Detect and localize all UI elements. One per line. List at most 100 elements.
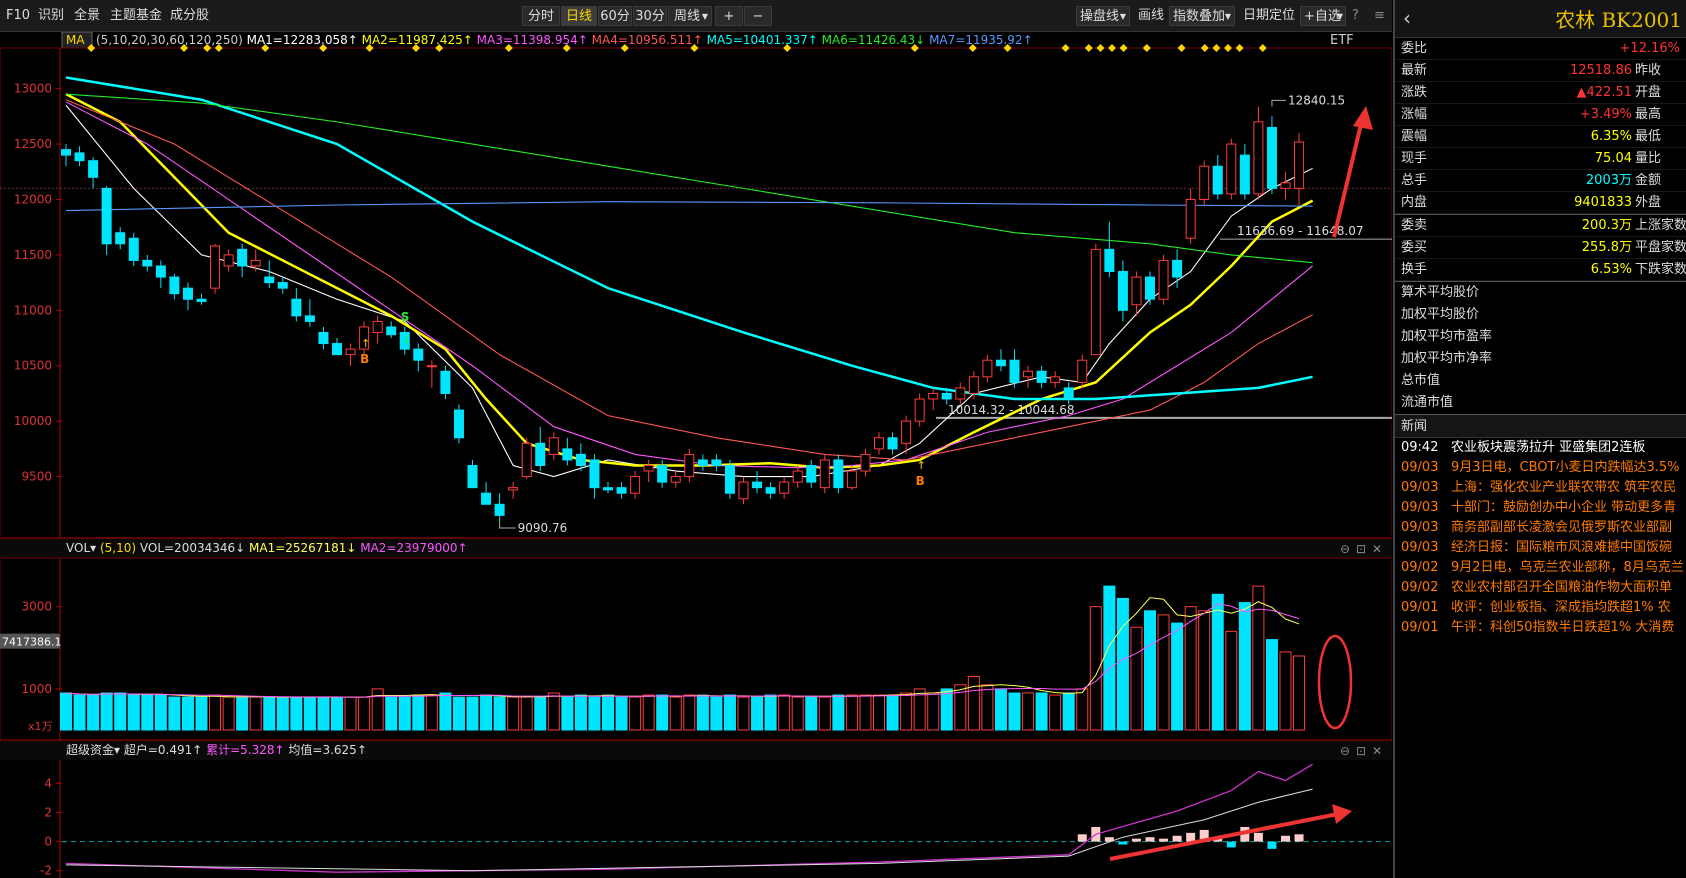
fund-bar[interactable]	[1281, 835, 1290, 842]
event-diamond-icon[interactable]	[1235, 44, 1244, 52]
volume-bar[interactable]	[303, 696, 316, 731]
candle[interactable]	[1009, 349, 1020, 388]
candle[interactable]	[833, 454, 844, 494]
volume-bar[interactable]	[1008, 692, 1021, 731]
candle[interactable]	[711, 454, 722, 472]
volume-bar[interactable]	[602, 694, 614, 731]
volume-bar[interactable]	[358, 696, 371, 731]
candle[interactable]	[982, 354, 993, 383]
volume-bar[interactable]	[656, 694, 669, 731]
toolbar-item-constituents[interactable]: 成分股	[170, 0, 209, 32]
candle[interactable]	[142, 254, 153, 272]
stat-item[interactable]: 加权平均市盈率	[1395, 326, 1686, 348]
event-diamond-icon[interactable]	[1119, 44, 1128, 52]
volume-bar[interactable]	[574, 694, 587, 731]
volume-bar[interactable]	[1171, 622, 1184, 731]
fund-bar[interactable]	[1172, 835, 1182, 842]
candle[interactable]	[887, 432, 898, 455]
volume-bar[interactable]	[439, 692, 452, 731]
volume-bar[interactable]	[927, 692, 940, 731]
candle[interactable]	[1090, 243, 1101, 356]
fund-bar[interactable]	[1145, 837, 1155, 842]
candle[interactable]	[1199, 160, 1210, 206]
candle[interactable]	[1266, 116, 1277, 194]
candle[interactable]	[1036, 365, 1047, 388]
candle[interactable]	[670, 471, 681, 488]
volume-bar[interactable]	[87, 694, 100, 731]
operating-line-dropdown[interactable]: 操盘线 ▼	[1076, 6, 1130, 26]
stat-item[interactable]: 总市值	[1395, 370, 1686, 392]
news-item[interactable]: 09/03 商务部副部长凌激会见俄罗斯农业部副	[1395, 518, 1686, 538]
stat-item[interactable]: 流通市值	[1395, 392, 1686, 414]
stat-item[interactable]: 加权平均市净率	[1395, 348, 1686, 370]
volume-bar[interactable]	[981, 684, 994, 731]
period-tab-daily[interactable]: 日线	[561, 6, 597, 26]
candle[interactable]	[386, 321, 397, 339]
volume-bar[interactable]	[751, 696, 764, 731]
candle[interactable]	[562, 437, 573, 466]
candle[interactable]	[914, 393, 925, 427]
candle[interactable]	[223, 249, 234, 272]
candle[interactable]	[548, 432, 559, 460]
volume-bar[interactable]	[73, 694, 86, 731]
volume-bar[interactable]	[629, 696, 642, 731]
candle[interactable]	[467, 459, 478, 489]
candle[interactable]	[332, 338, 342, 356]
volume-bar[interactable]	[1238, 602, 1251, 731]
candle[interactable]	[684, 448, 695, 483]
candle[interactable]	[318, 326, 329, 350]
volume-bar[interactable]	[737, 696, 750, 731]
news-item[interactable]: 09/03 9月3日电，CBOT小麦日内跌幅达3.5%	[1395, 458, 1686, 478]
candle[interactable]	[277, 277, 288, 294]
volume-bar[interactable]	[127, 694, 140, 731]
draw-line-button[interactable]: 画线	[1138, 0, 1164, 32]
fund-bar[interactable]	[1294, 834, 1304, 842]
fund-bar[interactable]	[1131, 838, 1141, 842]
volume-bar[interactable]	[1076, 688, 1089, 731]
candle[interactable]	[304, 299, 315, 327]
candle[interactable]	[995, 349, 1006, 372]
candle[interactable]	[1226, 138, 1237, 200]
candle[interactable]	[508, 482, 519, 499]
volume-bar[interactable]	[561, 696, 574, 731]
toolbar-item-identify[interactable]: 识别	[38, 0, 64, 32]
volume-bar[interactable]	[778, 694, 791, 731]
date-locate-button[interactable]: 日期定位	[1243, 0, 1295, 32]
volume-bar[interactable]	[588, 696, 601, 731]
candle[interactable]	[372, 315, 383, 344]
volume-bar[interactable]	[764, 694, 777, 731]
help-icon[interactable]: ?	[1352, 0, 1359, 32]
volume-bar[interactable]	[710, 696, 723, 731]
volume-bar[interactable]	[344, 696, 357, 731]
maximize-icon[interactable]: ⊡	[1356, 744, 1366, 758]
candle[interactable]	[928, 387, 939, 411]
candle[interactable]	[182, 282, 193, 311]
candle[interactable]	[1023, 365, 1034, 388]
volume-bar[interactable]	[900, 692, 913, 731]
candle[interactable]	[752, 471, 763, 494]
vol-label[interactable]: VOL▾	[66, 541, 100, 555]
volume-bar[interactable]	[696, 694, 709, 731]
watchlist-dropdown[interactable]: +自选 ▼	[1300, 6, 1346, 26]
fund-bar[interactable]	[1077, 834, 1087, 842]
candle[interactable]	[657, 459, 668, 488]
event-diamond-icon[interactable]	[1224, 44, 1232, 52]
volume-bar[interactable]	[317, 696, 330, 731]
fund-bar[interactable]	[1226, 841, 1236, 848]
event-diamond-icon[interactable]	[1061, 44, 1070, 52]
volume-bar[interactable]	[249, 696, 262, 731]
volume-bar[interactable]	[1211, 593, 1224, 731]
volume-bar[interactable]	[290, 696, 303, 731]
volume-bar[interactable]	[480, 694, 493, 731]
event-diamond-icon[interactable]	[1177, 44, 1186, 52]
volume-bar[interactable]	[1116, 597, 1129, 731]
volume-bar[interactable]	[1049, 694, 1062, 731]
candle[interactable]	[1212, 155, 1223, 200]
volume-bar[interactable]	[1157, 614, 1170, 731]
candle[interactable]	[1117, 260, 1128, 322]
index-overlay-dropdown[interactable]: 指数叠加 ▼	[1169, 6, 1235, 26]
candle[interactable]	[1185, 188, 1196, 244]
event-diamond-icon[interactable]	[1142, 44, 1151, 52]
chart-canvas[interactable]: MA (5,10,20,30,60,120,250) MA1=12283.058…	[0, 32, 1392, 878]
news-item[interactable]: 09:42 农业板块震荡拉升 亚盛集团2连板	[1395, 438, 1686, 458]
